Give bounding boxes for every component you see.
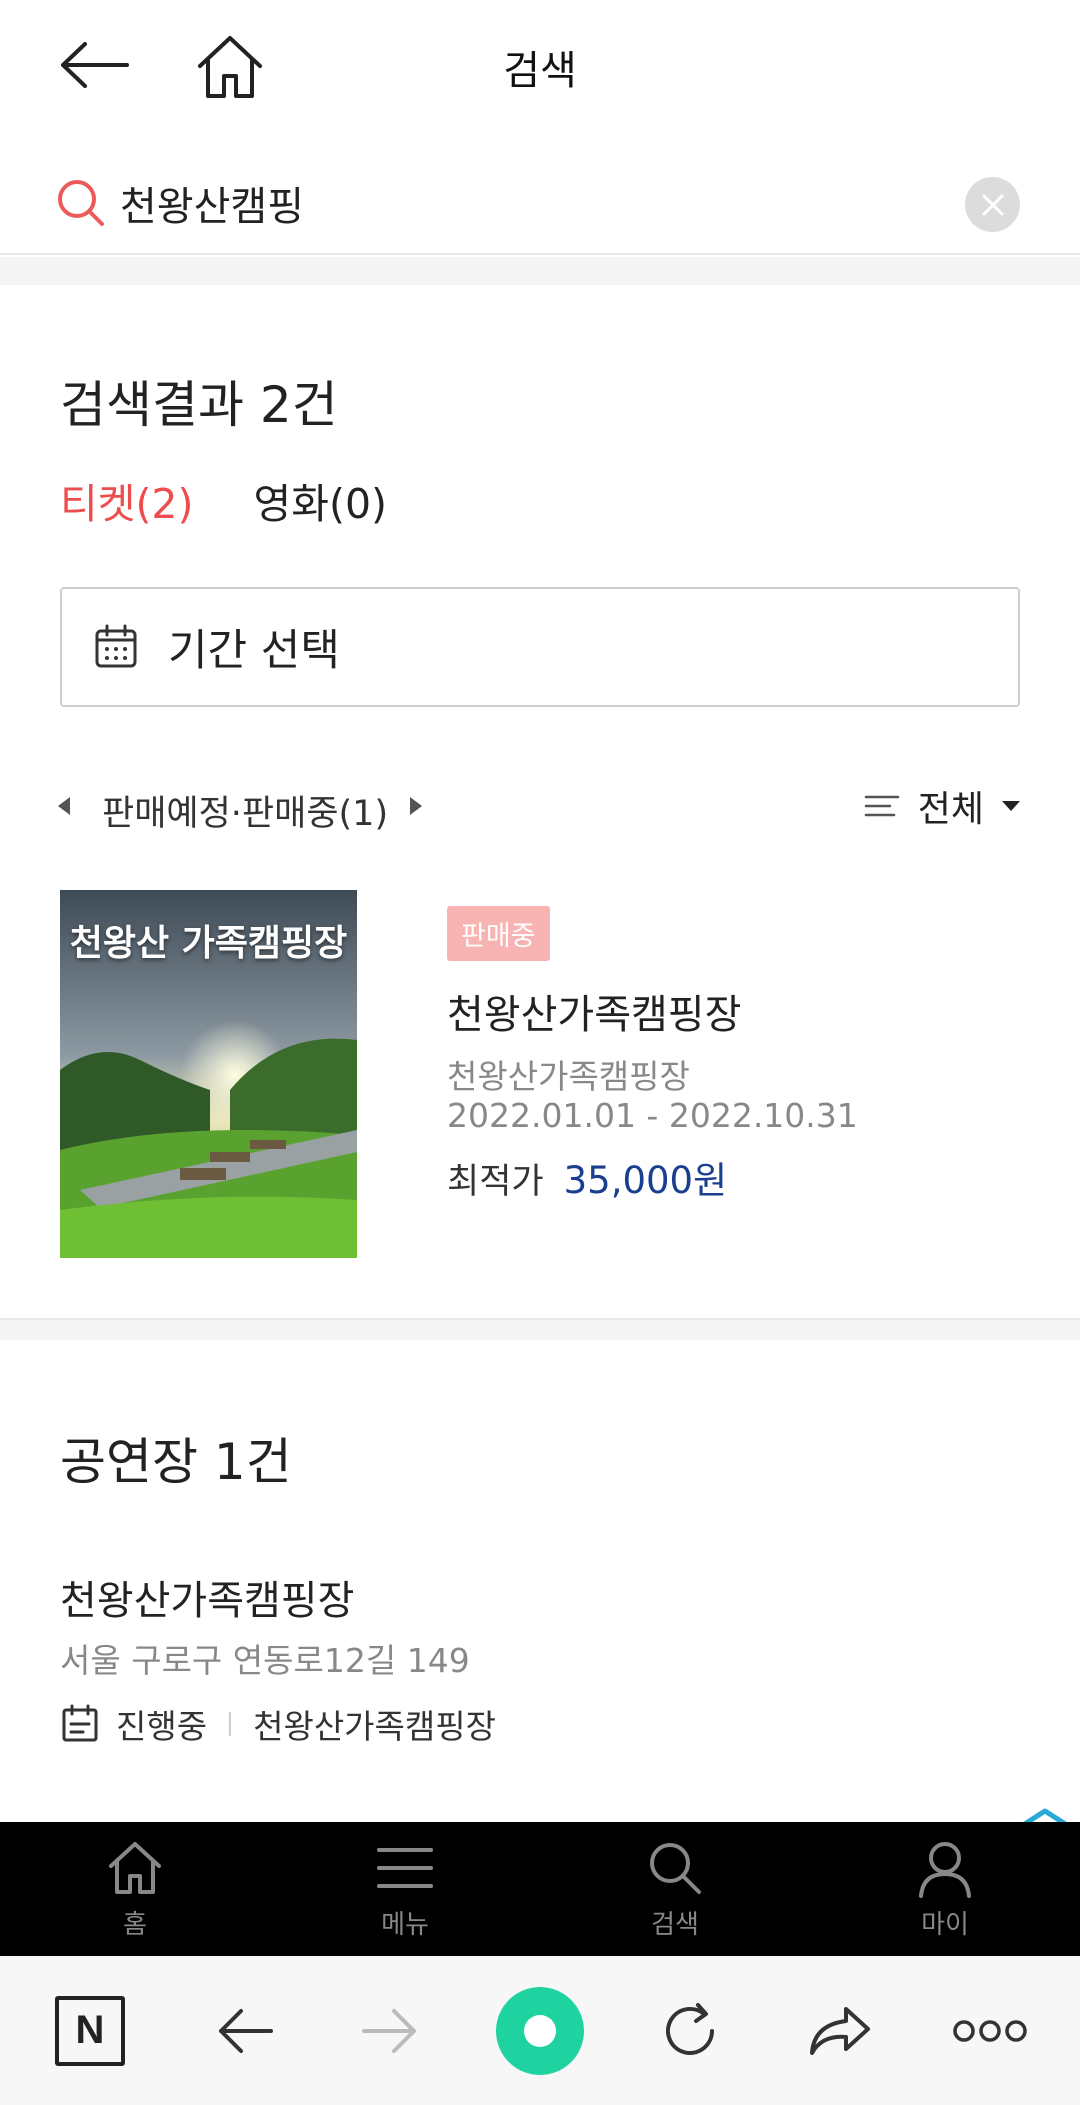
status-badge: 판매중 xyxy=(447,906,550,961)
section-divider xyxy=(0,257,1080,285)
user-icon xyxy=(919,1842,971,1898)
arrow-right-icon xyxy=(362,2008,416,2053)
results-count-title: 검색결과 2건 xyxy=(60,376,338,434)
product-card[interactable]: 천왕산 가족캠핑장 판매중 천왕산가족캠핑장 천왕산가족캠핑장 2022.01.… xyxy=(0,890,1080,1260)
venue-meta: 진행중 천왕산가족캠핑장 xyxy=(60,1700,496,1748)
nav-search[interactable]: 검색 xyxy=(540,1822,810,1956)
nav-label: 메뉴 xyxy=(381,1910,429,1940)
arrow-left-icon xyxy=(219,2008,273,2053)
venue-name[interactable]: 천왕산가족캠핑장 xyxy=(60,1568,354,1626)
search-bar xyxy=(0,150,1080,255)
clear-search-button[interactable] xyxy=(965,177,1020,232)
tab-ticket[interactable]: 티켓(2) xyxy=(60,470,194,530)
product-price: 최적가 35,000원 xyxy=(447,1150,727,1204)
section-divider xyxy=(0,1318,1080,1340)
calendar-list-icon xyxy=(62,1704,98,1742)
menu-icon xyxy=(377,1848,433,1888)
browser-back-button[interactable] xyxy=(195,1956,295,2105)
naver-home-button[interactable]: N xyxy=(40,1956,140,2105)
search-icon xyxy=(58,180,104,226)
nav-menu[interactable]: 메뉴 xyxy=(270,1822,540,1956)
next-status-button[interactable] xyxy=(410,797,422,815)
page-title: 검색 xyxy=(503,48,577,94)
venue-show[interactable]: 천왕산가족캠핑장 xyxy=(253,1700,496,1748)
list-icon xyxy=(864,795,899,817)
naver-logo-icon: N xyxy=(55,1995,125,2066)
top-header: 검색 xyxy=(0,0,1080,135)
prev-status-button[interactable] xyxy=(58,797,70,815)
price-value: 35,000원 xyxy=(563,1159,728,1202)
green-dot-icon xyxy=(496,1986,584,2075)
calendar-icon xyxy=(95,624,137,668)
refresh-button[interactable] xyxy=(640,1956,740,2105)
sale-status-label: 판매예정·판매중(1) xyxy=(102,794,389,834)
venue-status: 진행중 xyxy=(116,1707,208,1746)
nav-my[interactable]: 마이 xyxy=(810,1822,1080,1956)
tab-movie[interactable]: 영화(0) xyxy=(254,470,388,530)
search-input[interactable] xyxy=(120,174,940,232)
product-name[interactable]: 천왕산가족캠핑장 xyxy=(447,982,741,1040)
result-tabs: 티켓(2) 영화(0) xyxy=(60,470,387,530)
nav-label: 마이 xyxy=(921,1910,969,1940)
sort-label: 전체 xyxy=(917,789,984,830)
close-icon xyxy=(982,194,1003,215)
share-button[interactable] xyxy=(790,1956,890,2105)
poster-title: 천왕산 가족캠핑장 xyxy=(69,923,348,964)
product-dates: 2022.01.01 - 2022.10.31 xyxy=(447,1096,858,1135)
period-select-button[interactable]: 기간 선택 xyxy=(60,587,1020,707)
search-icon xyxy=(650,1843,701,1894)
venue-section-title: 공연장 1건 xyxy=(60,1433,292,1491)
product-poster[interactable]: 천왕산 가족캠핑장 xyxy=(60,890,357,1258)
filter-row: 판매예정·판매중(1) 전체 xyxy=(0,775,1080,840)
browser-toolbar: N xyxy=(0,1956,1080,2105)
divider xyxy=(229,1712,232,1736)
chevron-down-icon xyxy=(1002,801,1020,811)
nav-home[interactable]: 홈 xyxy=(0,1822,270,1956)
green-dot-button[interactable] xyxy=(490,1956,590,2105)
nav-label: 홈 xyxy=(123,1910,147,1940)
price-label: 최적가 xyxy=(447,1162,544,1202)
refresh-icon xyxy=(666,2002,714,2055)
bottom-nav: 홈 메뉴 검색 마이 xyxy=(0,1822,1080,1956)
share-icon xyxy=(810,2006,870,2055)
browser-forward-button[interactable] xyxy=(340,1956,440,2105)
more-icon xyxy=(953,2019,1027,2042)
home-icon xyxy=(109,1842,161,1894)
sort-dropdown[interactable]: 전체 xyxy=(864,780,1020,832)
venue-address: 서울 구로구 연동로12길 149 xyxy=(60,1641,470,1680)
period-select-label: 기간 선택 xyxy=(168,626,340,676)
more-button[interactable] xyxy=(940,1956,1040,2105)
nav-label: 검색 xyxy=(651,1910,699,1940)
product-venue: 천왕산가족캠핑장 xyxy=(447,1057,690,1096)
